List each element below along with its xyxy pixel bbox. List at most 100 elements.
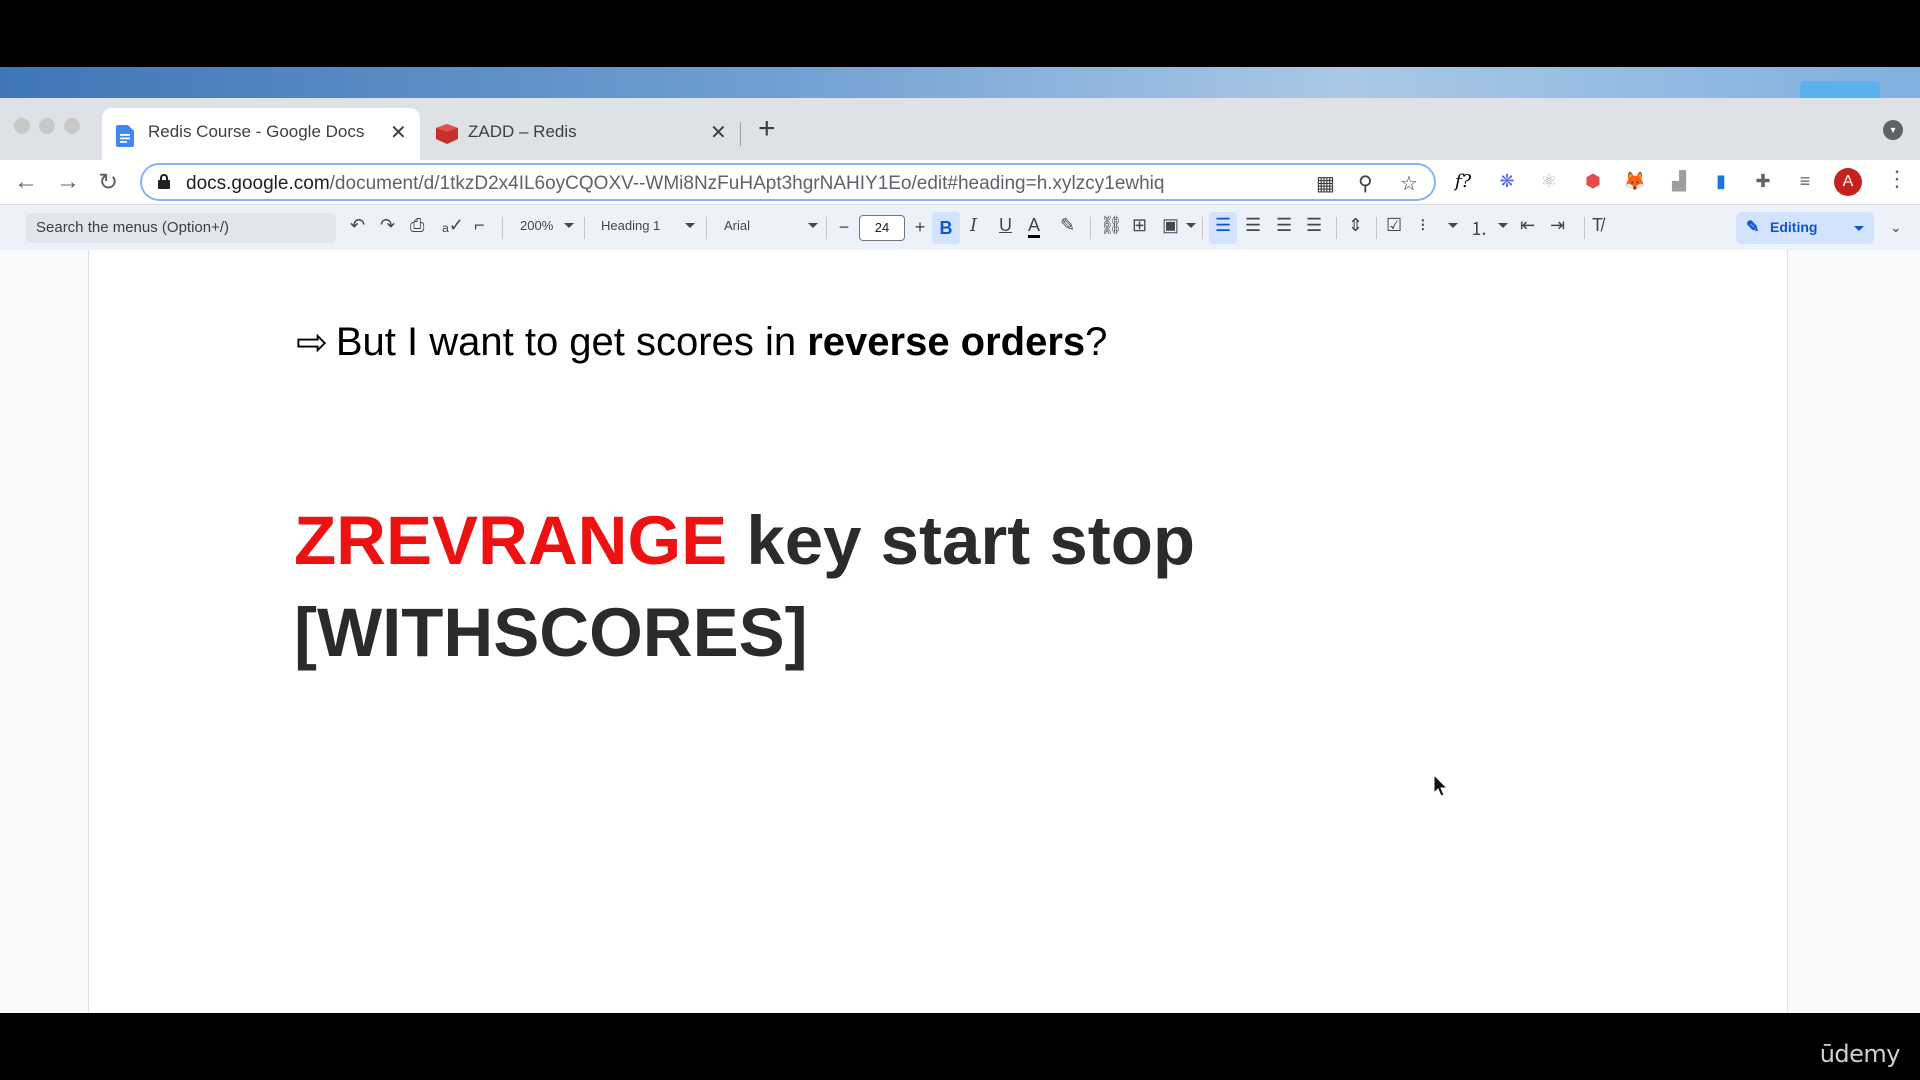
editing-mode-label: Editing	[1770, 219, 1818, 235]
profile-avatar[interactable]: A	[1834, 168, 1862, 196]
pencil-icon: ✎	[1746, 219, 1760, 236]
tab-redis-course[interactable]: Redis Course - Google Docs ✕	[102, 108, 420, 160]
qr-code-icon[interactable]: ▦	[1316, 171, 1335, 196]
numbered-list-icon[interactable]: ⒈	[1470, 215, 1488, 241]
forward-arrow-icon[interactable]: →	[56, 168, 80, 196]
question-mark: ?	[1085, 320, 1108, 364]
chevron-down-icon[interactable]	[808, 223, 818, 228]
command-syntax: ZREVRANGE key start stop [WITHSCORES]	[294, 495, 1195, 679]
more-options-icon[interactable]: ⋮	[1886, 166, 1908, 192]
toolbar-divider	[1202, 217, 1203, 239]
toolbar-divider	[826, 217, 827, 239]
chevron-down-icon[interactable]	[685, 223, 695, 228]
command-option: [WITHSCORES]	[294, 594, 808, 671]
google-docs-icon	[116, 125, 134, 147]
desktop-background	[0, 67, 1920, 99]
redo-icon[interactable]: ↷	[380, 215, 395, 236]
minimize-window-button[interactable]	[39, 118, 55, 134]
font-size-input[interactable]: 24	[859, 215, 905, 241]
insert-link-icon[interactable]: ⛓	[1100, 215, 1123, 236]
toolbar-divider	[584, 217, 585, 239]
tab-strip: Redis Course - Google Docs ✕ ZADD – Redi…	[0, 98, 1920, 160]
clear-formatting-icon[interactable]: T̸	[1592, 215, 1603, 236]
chevron-down-icon[interactable]	[1186, 223, 1196, 228]
checklist-icon[interactable]: ☑	[1386, 215, 1402, 236]
back-arrow-icon[interactable]: ←	[14, 168, 38, 196]
toolbar-divider	[1376, 217, 1377, 239]
formula-extension-icon[interactable]: f?	[1450, 168, 1476, 194]
collapse-toolbar-icon[interactable]: ⌄	[1890, 219, 1902, 236]
style-select[interactable]: Heading 1	[601, 218, 660, 233]
url-text[interactable]: docs.google.com/document/d/1tkzD2x4IL6oy…	[186, 173, 1164, 195]
tab-title: ZADD – Redis	[468, 122, 577, 141]
undo-icon[interactable]: ↶	[350, 215, 365, 236]
chevron-down-icon[interactable]	[1498, 223, 1508, 228]
spellcheck-icon[interactable]: ₐ✓	[442, 215, 464, 236]
toolbar-divider	[1090, 217, 1091, 239]
editing-mode-select[interactable]: ✎ Editing	[1736, 212, 1874, 244]
underline-button[interactable]: U	[999, 215, 1012, 236]
tab-zadd-redis[interactable]: ZADD – Redis ✕	[422, 108, 742, 160]
new-tab-icon[interactable]: +	[758, 112, 776, 146]
highlight-color-icon[interactable]: ✎	[1060, 215, 1075, 236]
menu-search-input[interactable]: Search the menus (Option+/)	[26, 213, 336, 243]
puzzle-extensions-icon[interactable]: ✚	[1750, 168, 1776, 194]
chevron-down-icon	[1854, 226, 1864, 231]
reload-icon[interactable]: ↻	[98, 168, 118, 197]
close-tab-icon[interactable]: ✕	[710, 120, 727, 145]
chevron-down-icon[interactable]	[1448, 223, 1458, 228]
zoom-window-button[interactable]	[64, 118, 80, 134]
question-emphasis: reverse orders	[807, 320, 1086, 364]
align-justify-icon[interactable]: ☰	[1306, 215, 1322, 236]
zoom-select[interactable]: 200%	[520, 218, 553, 233]
badge-extension-icon[interactable]: ⬢	[1580, 168, 1606, 194]
zoom-magnifier-icon[interactable]: ⚲	[1358, 171, 1373, 196]
snowflake-extension-icon[interactable]: ❋	[1494, 168, 1520, 194]
bookmark-star-icon[interactable]: ☆	[1400, 171, 1418, 196]
align-right-icon[interactable]: ☰	[1276, 215, 1292, 236]
lock-icon	[158, 174, 170, 189]
fox-extension-icon[interactable]: 🦊	[1622, 168, 1648, 194]
close-tab-icon[interactable]: ✕	[390, 120, 407, 145]
blue-book-extension-icon[interactable]: ▮	[1708, 168, 1734, 194]
increase-font-size-button[interactable]: +	[907, 215, 933, 241]
decrease-indent-icon[interactable]: ⇤	[1520, 215, 1535, 236]
bulleted-list-icon[interactable]: ⁝	[1420, 215, 1426, 236]
udemy-watermark: ūdemy	[1819, 1040, 1901, 1068]
increase-indent-icon[interactable]: ⇥	[1550, 215, 1565, 236]
bold-button[interactable]: B	[932, 212, 960, 244]
tab-search-icon[interactable]: ▾	[1883, 120, 1903, 140]
video-letterbox-top	[0, 0, 1920, 67]
insert-image-icon[interactable]: ▣	[1162, 215, 1179, 236]
url-host: docs.google.com	[186, 173, 330, 194]
right-arrow-icon: ⇨	[296, 320, 328, 364]
decrease-font-size-button[interactable]: −	[831, 215, 857, 241]
align-left-icon: ☰	[1215, 215, 1232, 235]
paint-format-icon[interactable]: ⌐	[474, 215, 485, 236]
docs-toolbar: Search the menus (Option+/) ↶ ↷ ⎙ ₐ✓ ⌐ 2…	[0, 204, 1920, 250]
url-path: /document/d/1tkzD2x4IL6oyCQOXV--WMi8NzFu…	[329, 173, 1165, 194]
chart-extension-icon[interactable]: ▟	[1666, 168, 1692, 194]
align-center-icon[interactable]: ☰	[1245, 215, 1261, 236]
close-window-button[interactable]	[14, 118, 30, 134]
align-left-button[interactable]: ☰	[1209, 212, 1237, 244]
chevron-down-icon[interactable]	[564, 223, 574, 228]
media-control-icon[interactable]: ≡	[1792, 168, 1818, 194]
italic-button[interactable]: I	[970, 215, 977, 236]
add-comment-icon[interactable]: ⊞	[1132, 215, 1147, 236]
tab-title: Redis Course - Google Docs	[148, 122, 365, 141]
address-bar[interactable]: docs.google.com/document/d/1tkzD2x4IL6oy…	[140, 163, 1436, 201]
browser-toolbar: ← → ↻ docs.google.com/document/d/1tkzD2x…	[0, 160, 1920, 204]
line-spacing-icon[interactable]: ⇕	[1348, 215, 1363, 236]
tab-divider	[740, 122, 741, 146]
document-page[interactable]: ⇨ But I want to get scores in reverse ord…	[88, 250, 1788, 1013]
redis-icon	[436, 124, 458, 144]
command-args: key start stop	[727, 502, 1196, 579]
font-select[interactable]: Arial	[724, 218, 750, 233]
folder-icon	[1800, 81, 1880, 99]
print-icon[interactable]: ⎙	[410, 215, 424, 236]
react-extension-icon[interactable]: ⚛	[1536, 168, 1562, 194]
text-color-button[interactable]: A	[1028, 215, 1041, 238]
toolbar-divider	[1336, 217, 1337, 239]
toolbar-divider	[502, 217, 503, 239]
